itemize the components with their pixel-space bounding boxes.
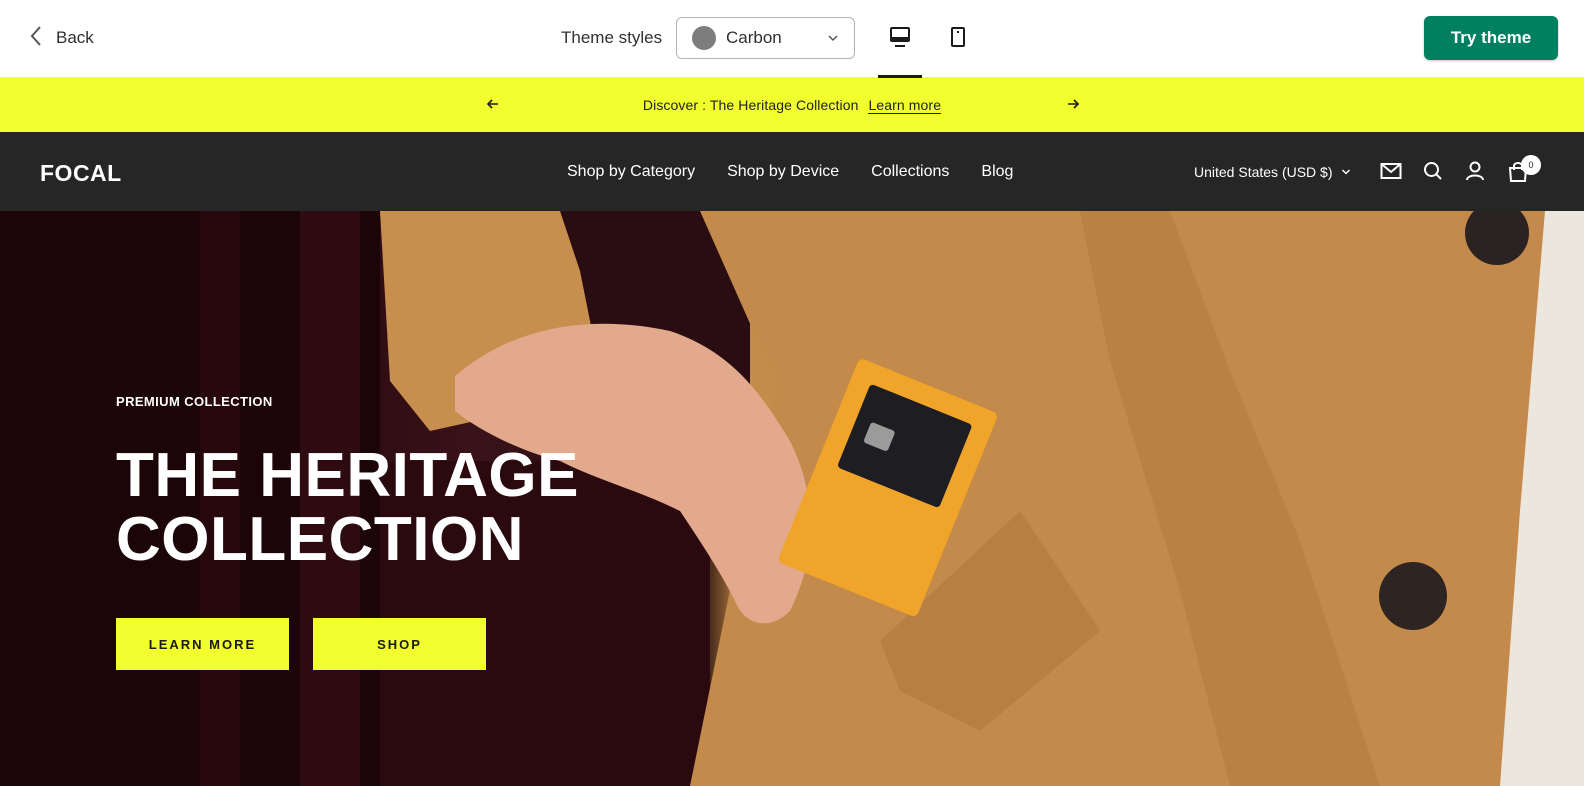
hero-headline-line1: THE HERITAGE: [116, 441, 579, 510]
chevron-down-icon: [1341, 164, 1351, 180]
store-logo[interactable]: FOCAL: [40, 160, 122, 187]
announcement-text: Discover : The Heritage Collection: [642, 97, 859, 113]
announcement-learn-more-link[interactable]: Learn more: [868, 97, 942, 114]
arrow-right-icon[interactable]: [1066, 97, 1080, 116]
hero-headline: THE HERITAGE COLLECTION: [116, 444, 736, 572]
learn-more-button[interactable]: LEARN MORE: [116, 618, 289, 670]
nav-shop-by-category[interactable]: Shop by Category: [567, 163, 695, 181]
theme-preview-toolbar: Back Theme styles Carbon Try theme: [0, 0, 1584, 78]
theme-swatch: [692, 26, 716, 50]
try-theme-button[interactable]: Try theme: [1424, 16, 1558, 60]
nav-blog[interactable]: Blog: [981, 163, 1013, 181]
theme-style-select[interactable]: Carbon: [676, 17, 855, 59]
chevron-left-icon: [30, 25, 42, 52]
hero-eyebrow: PREMIUM COLLECTION: [116, 394, 273, 409]
chevron-down-icon: [827, 31, 839, 49]
hero-headline-line2: COLLECTION: [116, 505, 524, 574]
hero-banner: PREMIUM COLLECTION THE HERITAGE COLLECTI…: [0, 211, 1584, 786]
announcement-message: Discover : The Heritage Collection Learn…: [0, 97, 1584, 114]
nav-collections[interactable]: Collections: [871, 163, 949, 181]
desktop-icon: [889, 18, 911, 75]
currency-selector[interactable]: United States (USD $): [1194, 164, 1351, 180]
hero-content: PREMIUM COLLECTION THE HERITAGE COLLECTI…: [116, 394, 736, 670]
desktop-preview-button[interactable]: [878, 18, 922, 78]
shop-button[interactable]: SHOP: [313, 618, 486, 670]
currency-label: United States (USD $): [1194, 164, 1333, 180]
hero-buttons: LEARN MORE SHOP: [116, 618, 736, 670]
back-label: Back: [56, 28, 94, 47]
search-icon[interactable]: [1423, 161, 1443, 186]
cart-count-badge: 0: [1521, 155, 1541, 175]
main-nav: Shop by Category Shop by Device Collecti…: [567, 163, 1013, 181]
theme-style-value: Carbon: [726, 28, 782, 47]
nav-shop-by-device[interactable]: Shop by Device: [727, 163, 839, 181]
newsletter-mail-icon[interactable]: [1380, 161, 1402, 186]
mobile-icon: [947, 18, 969, 78]
mobile-preview-button[interactable]: [936, 18, 980, 78]
theme-styles-label: Theme styles: [561, 28, 663, 47]
announcement-bar: Discover : The Heritage Collection Learn…: [0, 78, 1584, 132]
back-button[interactable]: Back: [30, 24, 94, 52]
store-header: FOCAL Shop by Category Shop by Device Co…: [0, 132, 1584, 211]
account-icon[interactable]: [1465, 161, 1485, 186]
